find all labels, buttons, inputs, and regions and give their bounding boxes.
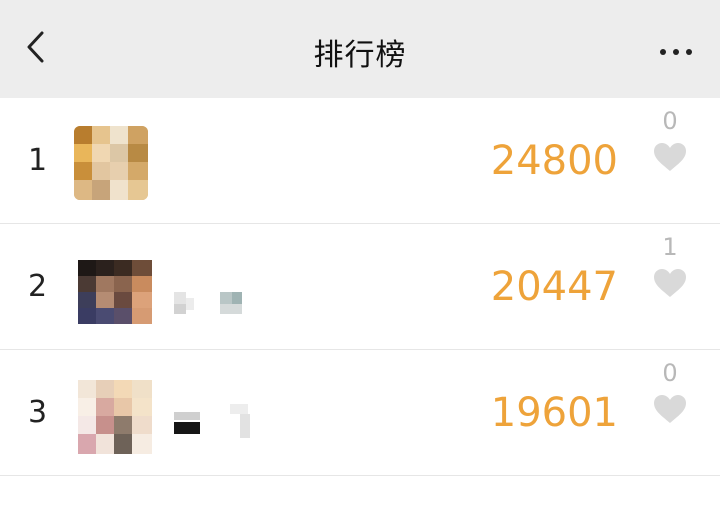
more-button[interactable] [654, 38, 698, 62]
like-count: 0 [662, 359, 678, 387]
step-count: 19601 [490, 390, 618, 436]
like-button[interactable]: 0 [650, 358, 690, 424]
avatar[interactable] [74, 126, 148, 200]
heart-icon [650, 268, 690, 298]
heart-icon [650, 394, 690, 424]
step-count: 24800 [490, 138, 618, 184]
ranking-list: 1 24800 0 2 20447 1 3 19601 0 [0, 98, 720, 476]
heart-icon [650, 142, 690, 172]
ranking-row[interactable]: 2 20447 1 [0, 224, 720, 350]
user-name-pixelated[interactable] [174, 404, 258, 438]
avatar[interactable] [78, 260, 152, 334]
nav-bar: 排行榜 [0, 0, 720, 98]
like-count: 0 [662, 107, 678, 135]
like-button[interactable]: 1 [650, 232, 690, 298]
rank-number: 2 [28, 269, 48, 304]
ranking-row[interactable]: 1 24800 0 [0, 98, 720, 224]
avatar[interactable] [78, 380, 152, 454]
ranking-row[interactable]: 3 19601 0 [0, 350, 720, 476]
rank-number: 3 [28, 395, 48, 430]
user-name-pixelated[interactable] [174, 292, 246, 316]
step-count: 20447 [490, 264, 618, 310]
page-title: 排行榜 [313, 38, 407, 73]
rank-number: 1 [28, 143, 48, 178]
like-count: 1 [662, 233, 678, 261]
like-button[interactable]: 0 [650, 106, 690, 172]
more-dots-icon [659, 41, 693, 60]
